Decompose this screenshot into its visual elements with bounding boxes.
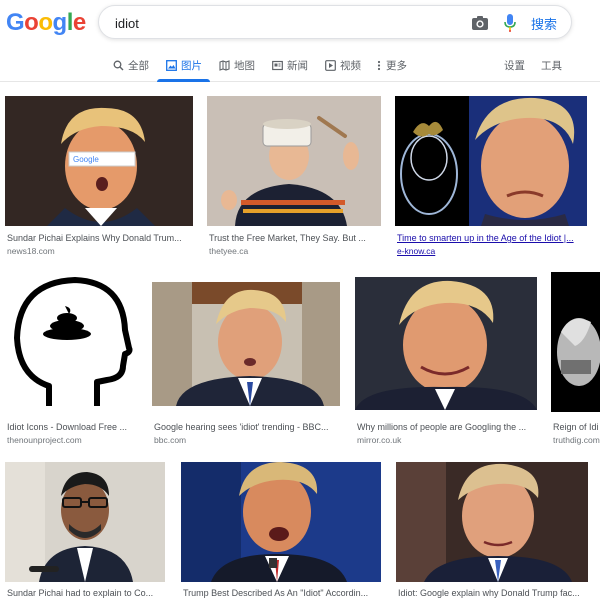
result-title[interactable]: Idiot Icons - Download Free ... bbox=[7, 422, 138, 432]
results-header: Google 搜索 全部 图片 地图 新闻 视频 bbox=[0, 0, 600, 82]
tab-more[interactable]: 更多 bbox=[376, 58, 407, 82]
result-source: e-know.ca bbox=[397, 246, 436, 256]
image-result[interactable]: Trump Best Described As An "Idiot" Accor… bbox=[181, 462, 381, 601]
tab-label: 更多 bbox=[386, 60, 407, 72]
image-result[interactable]: Reign of Idi truthdig.com bbox=[551, 272, 600, 446]
tab-label: 新闻 bbox=[287, 60, 308, 72]
logo-letter: o bbox=[24, 9, 39, 36]
result-title[interactable]: Sundar Pichai Explains Why Donald Trum..… bbox=[7, 233, 193, 243]
microphone-icon[interactable] bbox=[503, 14, 517, 32]
tab-news[interactable]: 新闻 bbox=[271, 58, 308, 82]
result-thumbnail[interactable] bbox=[181, 462, 381, 582]
result-thumbnail[interactable]: Google bbox=[5, 96, 193, 226]
head-outline-icon bbox=[5, 272, 138, 412]
result-title[interactable]: Idiot: Google explain why Donald Trump f… bbox=[398, 588, 588, 598]
result-source: bbc.com bbox=[154, 435, 187, 445]
image-result[interactable]: Google Sundar Pichai Explains Why Donald… bbox=[5, 96, 194, 262]
result-title[interactable]: Trust the Free Market, They Say. But ... bbox=[209, 233, 381, 243]
result-title[interactable]: Google hearing sees 'idiot' trending - B… bbox=[154, 422, 340, 432]
result-source: mirror.co.uk bbox=[357, 435, 402, 445]
tab-images[interactable]: 图片 bbox=[157, 58, 210, 82]
more-icon bbox=[376, 59, 382, 71]
tools-link[interactable]: 工具 bbox=[541, 58, 562, 73]
search-tabs: 全部 图片 地图 新闻 视频 更多 设置 工具 bbox=[0, 54, 600, 82]
logo-letter: e bbox=[72, 9, 86, 36]
result-title[interactable]: Time to smarten up in the Age of the Idi… bbox=[397, 233, 587, 243]
result-title[interactable]: Sundar Pichai had to explain to Co... bbox=[7, 588, 165, 598]
logo-letter: o bbox=[38, 9, 53, 36]
image-result[interactable]: Idiot Icons - Download Free ... thenounp… bbox=[5, 272, 138, 446]
settings-link[interactable]: 设置 bbox=[504, 58, 525, 73]
tab-label: 地图 bbox=[234, 60, 255, 72]
camera-icon[interactable] bbox=[471, 15, 489, 31]
search-box: 搜索 bbox=[98, 5, 572, 39]
result-thumbnail[interactable] bbox=[152, 282, 340, 406]
logo-letter: g bbox=[52, 9, 68, 36]
tab-label: 全部 bbox=[128, 60, 149, 72]
result-source: truthdig.com bbox=[553, 435, 600, 445]
result-thumbnail[interactable] bbox=[207, 96, 381, 226]
search-button[interactable]: 搜索 bbox=[531, 14, 557, 33]
result-title[interactable]: Trump Best Described As An "Idiot" Accor… bbox=[183, 588, 381, 598]
result-thumbnail[interactable] bbox=[551, 272, 600, 412]
image-icon bbox=[165, 59, 177, 71]
logo-letter: G bbox=[6, 9, 25, 36]
result-thumbnail[interactable] bbox=[5, 462, 165, 582]
search-input[interactable] bbox=[115, 14, 415, 32]
result-thumbnail[interactable] bbox=[396, 462, 588, 582]
map-icon bbox=[218, 59, 230, 71]
image-result[interactable]: Sundar Pichai had to explain to Co... bbox=[5, 462, 165, 601]
tab-label: 图片 bbox=[181, 60, 202, 72]
image-result[interactable]: Idiot: Google explain why Donald Trump f… bbox=[396, 462, 588, 601]
image-result[interactable]: Why millions of people are Googling the … bbox=[355, 277, 537, 446]
search-icon bbox=[112, 59, 124, 71]
result-title[interactable]: Why millions of people are Googling the … bbox=[357, 422, 537, 432]
video-icon bbox=[324, 59, 336, 71]
news-icon bbox=[271, 59, 283, 71]
tab-videos[interactable]: 视频 bbox=[324, 58, 361, 82]
result-thumbnail[interactable] bbox=[5, 272, 138, 412]
result-source: thenounproject.com bbox=[7, 435, 82, 445]
tab-label: 视频 bbox=[340, 60, 361, 72]
result-thumbnail[interactable] bbox=[355, 277, 537, 410]
result-title[interactable]: Reign of Idi bbox=[553, 422, 600, 432]
result-thumbnail[interactable] bbox=[395, 96, 587, 226]
result-source: news18.com bbox=[7, 246, 55, 256]
tab-maps[interactable]: 地图 bbox=[218, 58, 255, 82]
image-result[interactable]: Google hearing sees 'idiot' trending - B… bbox=[152, 282, 340, 446]
google-bar-text: Google bbox=[73, 155, 99, 164]
tab-all[interactable]: 全部 bbox=[112, 58, 149, 82]
image-result[interactable]: Time to smarten up in the Age of the Idi… bbox=[395, 96, 587, 262]
result-source: thetyee.ca bbox=[209, 246, 249, 256]
image-result[interactable]: Trust the Free Market, They Say. But ...… bbox=[207, 96, 381, 262]
google-logo[interactable]: Google bbox=[6, 9, 86, 37]
